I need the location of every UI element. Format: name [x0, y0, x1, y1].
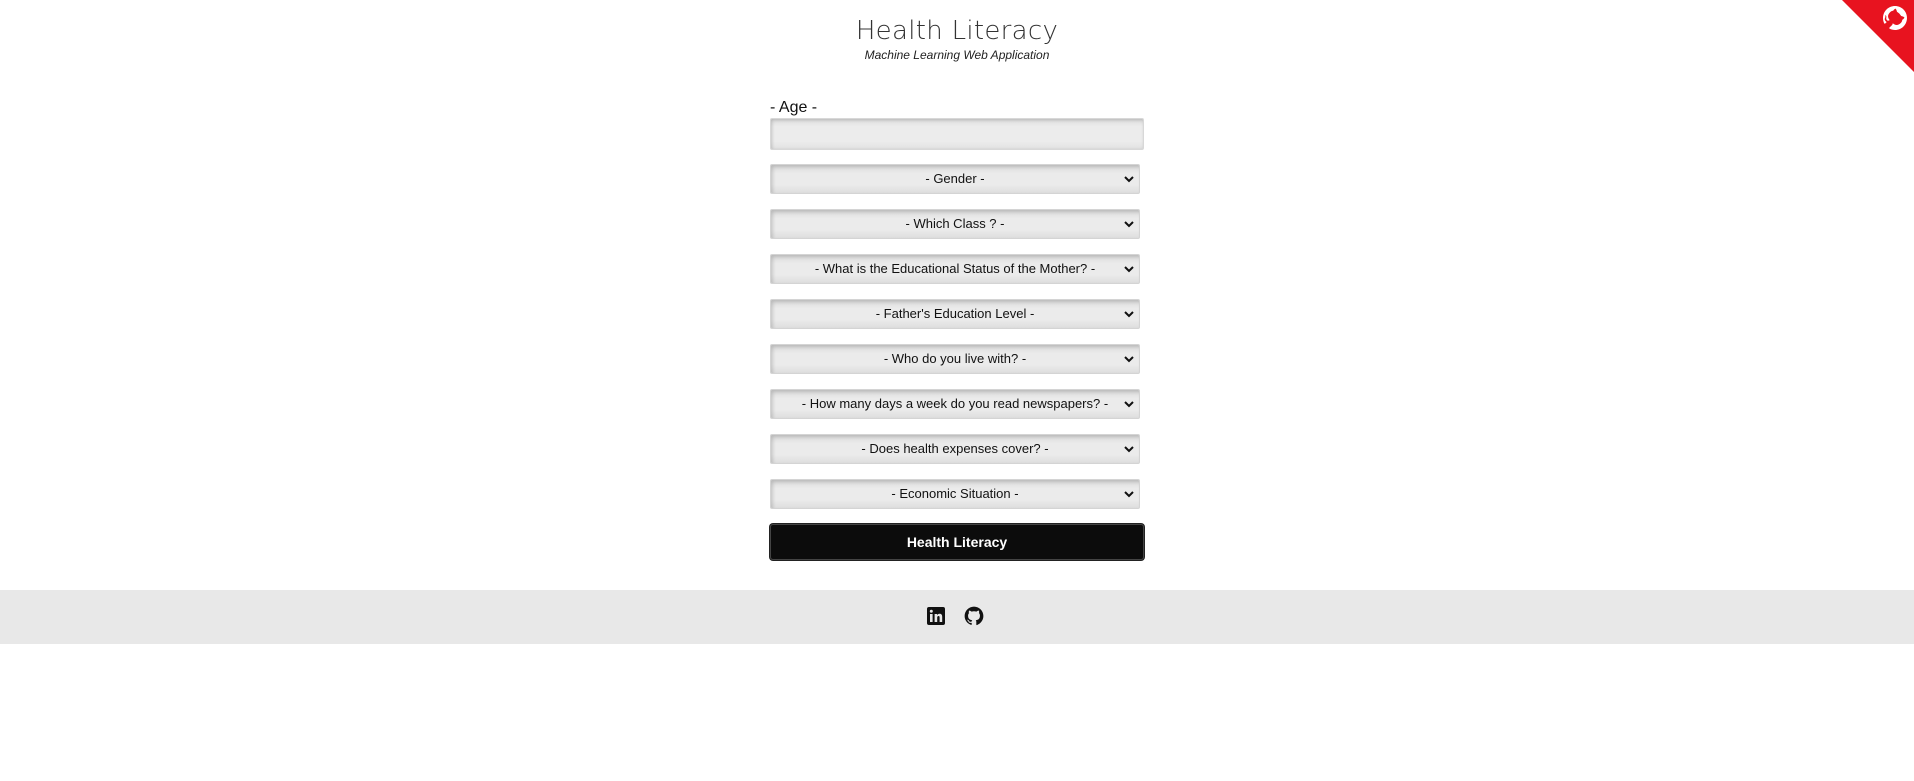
- mother-education-select[interactable]: - What is the Educational Status of the …: [770, 254, 1140, 284]
- chevron-down-icon: [1124, 446, 1134, 453]
- page-subtitle: Machine Learning Web Application: [864, 48, 1050, 62]
- father-education-select-label: - Father's Education Level -: [875, 306, 1035, 321]
- linkedin-link[interactable]: [926, 606, 946, 626]
- class-select-label: - Which Class ? -: [905, 216, 1005, 231]
- live-with-select[interactable]: - Who do you live with? -: [770, 344, 1140, 374]
- github-corner-link[interactable]: [1842, 0, 1914, 72]
- page: Health Literacy Machine Learning Web App…: [0, 0, 1914, 781]
- father-education-select[interactable]: - Father's Education Level -: [770, 299, 1140, 329]
- newspaper-days-select-label: - How many days a week do you read newsp…: [801, 396, 1109, 411]
- economic-situation-select[interactable]: - Economic Situation -: [770, 479, 1140, 509]
- github-octocat-icon: [1842, 0, 1914, 72]
- health-literacy-submit-button[interactable]: Health Literacy: [770, 524, 1144, 560]
- chevron-down-icon: [1124, 356, 1134, 363]
- chevron-down-icon: [1124, 266, 1134, 273]
- mother-education-select-label: - What is the Educational Status of the …: [814, 261, 1096, 276]
- footer: [0, 590, 1914, 644]
- class-select[interactable]: - Which Class ? -: [770, 209, 1140, 239]
- age-input[interactable]: [770, 118, 1144, 150]
- prediction-form: - Age - - Gender - - Which Class ? - - W…: [770, 98, 1144, 560]
- economic-situation-select-label: - Economic Situation -: [891, 486, 1019, 501]
- age-label: - Age -: [770, 99, 818, 116]
- social-links: [926, 606, 984, 626]
- gender-select-label: - Gender -: [925, 171, 985, 186]
- linkedin-icon: [927, 607, 945, 625]
- chevron-down-icon: [1124, 311, 1134, 318]
- health-expenses-select[interactable]: - Does health expenses cover? -: [770, 434, 1140, 464]
- chevron-down-icon: [1124, 176, 1134, 183]
- github-icon: [964, 606, 984, 626]
- chevron-down-icon: [1124, 491, 1134, 498]
- page-title: Health Literacy: [855, 16, 1059, 46]
- gender-select[interactable]: - Gender -: [770, 164, 1140, 194]
- newspaper-days-select[interactable]: - How many days a week do you read newsp…: [770, 389, 1140, 419]
- health-expenses-select-label: - Does health expenses cover? -: [861, 441, 1049, 456]
- chevron-down-icon: [1124, 221, 1134, 228]
- chevron-down-icon: [1124, 401, 1134, 408]
- header: Health Literacy Machine Learning Web App…: [0, 14, 1914, 63]
- live-with-select-label: - Who do you live with? -: [883, 351, 1027, 366]
- github-link[interactable]: [964, 606, 984, 626]
